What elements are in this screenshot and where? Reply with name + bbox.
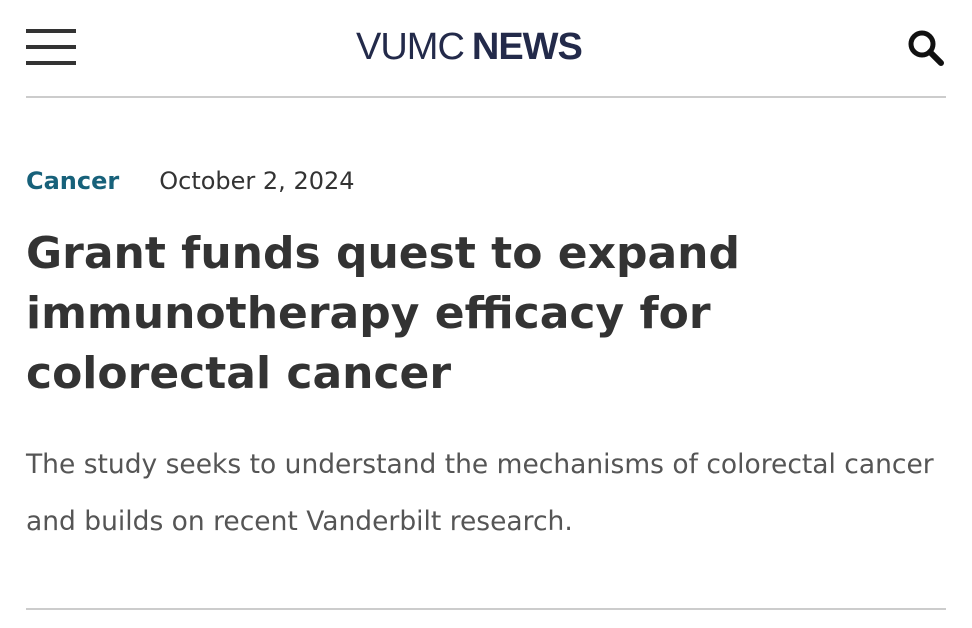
article-headline[interactable]: Grant funds quest to expand immunotherap…: [26, 224, 926, 404]
category-link[interactable]: Cancer: [26, 167, 119, 195]
menu-bar: [26, 29, 76, 33]
header-divider: [26, 96, 946, 98]
menu-bar: [26, 61, 76, 65]
hamburger-menu-icon[interactable]: [26, 29, 76, 67]
site-logo[interactable]: VUMC NEWS: [356, 25, 618, 69]
menu-bar: [26, 45, 76, 49]
logo-text-vumc: VUMC: [356, 25, 465, 68]
search-icon-graphic: [908, 30, 944, 66]
publish-date: October 2, 2024: [159, 167, 355, 195]
search-icon[interactable]: [906, 28, 946, 68]
content-divider: [26, 608, 946, 610]
article-meta: Cancer October 2, 2024: [26, 162, 355, 200]
site-header: VUMC NEWS: [0, 0, 972, 96]
article-summary: The study seeks to understand the mechan…: [26, 449, 934, 537]
logo-text-news: NEWS: [471, 25, 583, 68]
